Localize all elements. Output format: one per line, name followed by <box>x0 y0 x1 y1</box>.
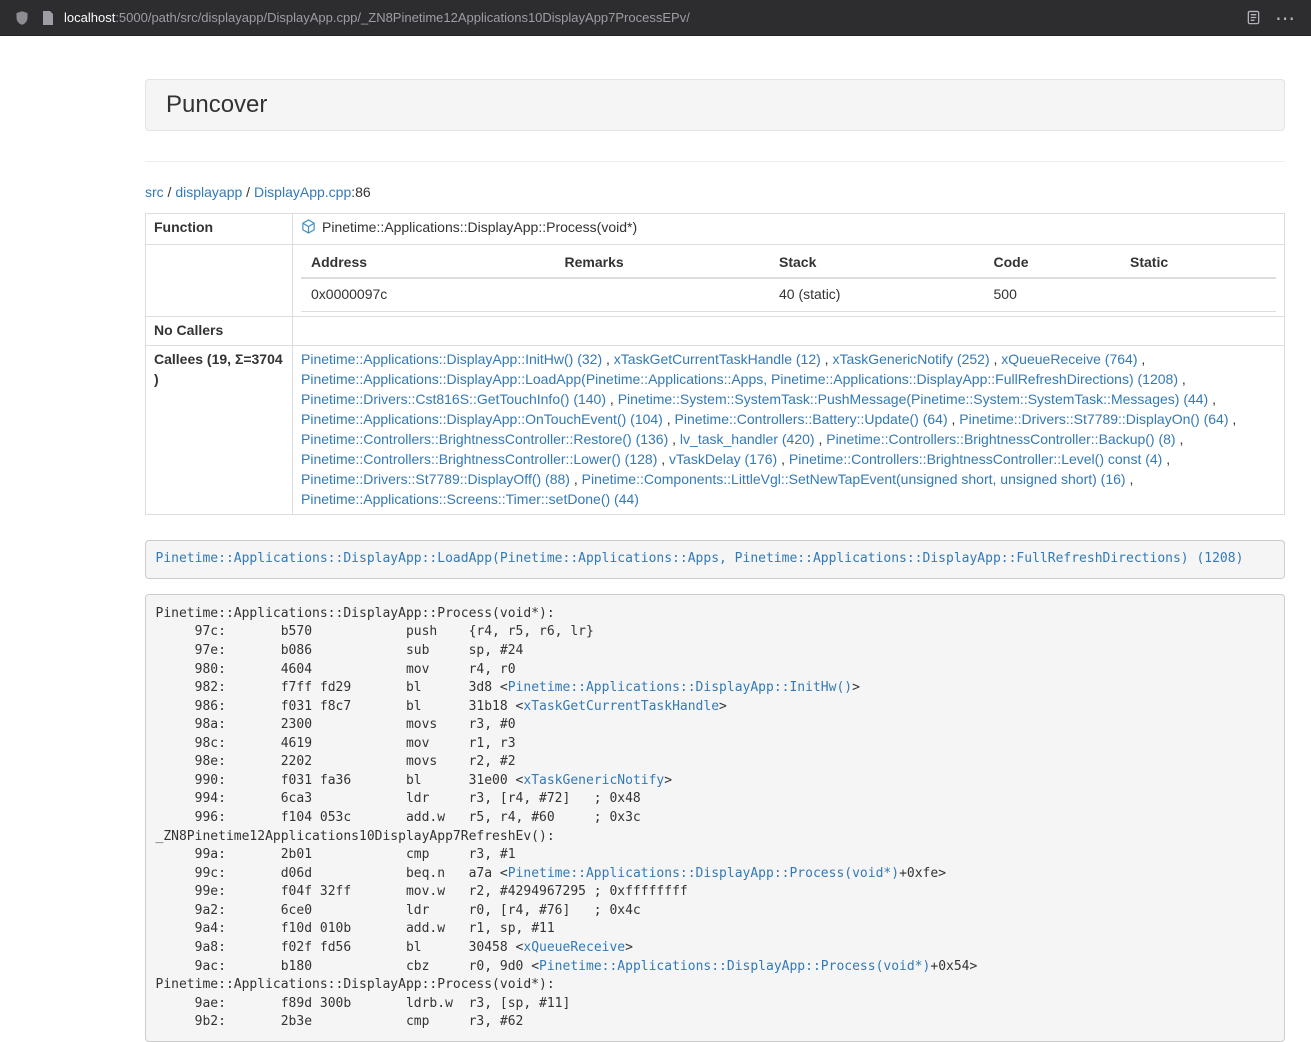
callee-link[interactable]: Pinetime::Components::LittleVgl::SetNewT… <box>582 471 1126 487</box>
col-stack: Stack <box>769 249 984 278</box>
highlighted-callee-block: Pinetime::Applications::DisplayApp::Load… <box>145 540 1285 580</box>
stats-value-row: 0x0000097c 40 (static) 500 <box>301 278 1276 311</box>
callee-link[interactable]: Pinetime::Drivers::St7789::DisplayOn() (… <box>959 411 1228 427</box>
callee-link[interactable]: Pinetime::Controllers::Battery::Update()… <box>675 411 948 427</box>
callees-label: Callees (19, Σ=3704 ) <box>146 345 293 514</box>
function-stats-row: Address Remarks Stack Code Static 0x0000… <box>146 244 1285 316</box>
value-stack: 40 (static) <box>769 278 984 311</box>
page-icon <box>42 11 54 25</box>
no-callers-row: No Callers <box>146 316 1285 345</box>
menu-icon[interactable]: ⋯ <box>1273 8 1297 28</box>
function-name-cell: Pinetime::Applications::DisplayApp::Proc… <box>293 213 1285 244</box>
url-path: :5000/path/src/displayapp/DisplayApp.cpp… <box>115 10 690 25</box>
value-address: 0x0000097c <box>301 278 555 311</box>
callee-link[interactable]: Pinetime::Controllers::BrightnessControl… <box>301 431 668 447</box>
function-row-label: Function <box>146 213 293 244</box>
url-bar[interactable]: localhost:5000/path/src/displayapp/Displ… <box>42 10 1234 25</box>
divider <box>145 161 1285 162</box>
callee-link[interactable]: Pinetime::Applications::DisplayApp::Load… <box>301 371 1178 387</box>
address-text: localhost:5000/path/src/displayapp/Displ… <box>64 10 690 25</box>
function-icon <box>301 219 316 240</box>
breadcrumb: src / displayapp / DisplayApp.cpp:86 <box>145 183 1285 203</box>
app-title-box: Puncover <box>145 79 1285 131</box>
value-remarks <box>555 278 770 311</box>
function-stats-table: Address Remarks Stack Code Static 0x0000… <box>301 249 1276 312</box>
assembly-symbol-link[interactable]: xTaskGenericNotify <box>523 773 664 788</box>
callee-link[interactable]: Pinetime::Applications::DisplayApp::Init… <box>301 351 602 367</box>
empty-side-cell <box>146 244 293 316</box>
col-remarks: Remarks <box>555 249 770 278</box>
callee-link[interactable]: xTaskGenericNotify (252) <box>832 351 989 367</box>
assembly-symbol-link[interactable]: Pinetime::Applications::DisplayApp::Init… <box>508 680 852 695</box>
breadcrumb-link[interactable]: DisplayApp.cpp <box>254 184 351 200</box>
page-content: Puncover src / displayapp / DisplayApp.c… <box>145 79 1285 1042</box>
col-code: Code <box>984 249 1121 278</box>
assembly-symbol-link[interactable]: xQueueReceive <box>523 940 625 955</box>
callee-link[interactable]: vTaskDelay (176) <box>669 451 777 467</box>
callee-link[interactable]: Pinetime::System::SystemTask::PushMessag… <box>618 391 1209 407</box>
url-host: localhost <box>64 10 115 25</box>
col-static: Static <box>1120 249 1276 278</box>
page-title: Puncover <box>166 91 267 118</box>
col-address: Address <box>301 249 555 278</box>
no-callers-label: No Callers <box>146 316 293 345</box>
callee-link[interactable]: Pinetime::Controllers::BrightnessControl… <box>301 451 657 467</box>
reader-mode-icon[interactable] <box>1246 10 1261 25</box>
callee-link[interactable]: xQueueReceive (764) <box>1001 351 1137 367</box>
no-callers-cell <box>293 316 1285 345</box>
highlighted-callee-link[interactable]: Pinetime::Applications::DisplayApp::Load… <box>156 551 1244 566</box>
callee-link[interactable]: Pinetime::Controllers::BrightnessControl… <box>789 451 1162 467</box>
function-row: Function Pinetime::Applications::Display… <box>146 213 1285 244</box>
callee-link[interactable]: Pinetime::Drivers::Cst816S::GetTouchInfo… <box>301 391 606 407</box>
stats-header-row: Address Remarks Stack Code Static <box>301 249 1276 278</box>
function-table: Function Pinetime::Applications::Display… <box>145 213 1285 515</box>
function-name: Pinetime::Applications::DisplayApp::Proc… <box>322 219 637 235</box>
browser-chrome: localhost:5000/path/src/displayapp/Displ… <box>0 0 1311 36</box>
callee-link[interactable]: Pinetime::Applications::Screens::Timer::… <box>301 491 639 507</box>
function-stats-cell: Address Remarks Stack Code Static 0x0000… <box>293 244 1285 316</box>
callee-link[interactable]: xTaskGetCurrentTaskHandle (12) <box>614 351 821 367</box>
assembly-block: Pinetime::Applications::DisplayApp::Proc… <box>145 594 1285 1042</box>
assembly-symbol-link[interactable]: Pinetime::Applications::DisplayApp::Proc… <box>508 866 899 881</box>
assembly-symbol-link[interactable]: xTaskGetCurrentTaskHandle <box>523 699 719 714</box>
assembly-symbol-link[interactable]: Pinetime::Applications::DisplayApp::Proc… <box>539 959 930 974</box>
value-code: 500 <box>984 278 1121 311</box>
callees-cell: Pinetime::Applications::DisplayApp::Init… <box>293 345 1285 514</box>
callee-link[interactable]: Pinetime::Drivers::St7789::DisplayOff() … <box>301 471 570 487</box>
shield-icon[interactable] <box>14 10 30 26</box>
callee-link[interactable]: Pinetime::Controllers::BrightnessControl… <box>826 431 1175 447</box>
callee-link[interactable]: lv_task_handler (420) <box>680 431 815 447</box>
breadcrumb-link[interactable]: src <box>145 184 164 200</box>
value-static <box>1120 278 1276 311</box>
breadcrumb-link[interactable]: displayapp <box>175 184 242 200</box>
callee-link[interactable]: Pinetime::Applications::DisplayApp::OnTo… <box>301 411 663 427</box>
callees-row: Callees (19, Σ=3704 ) Pinetime::Applicat… <box>146 345 1285 514</box>
